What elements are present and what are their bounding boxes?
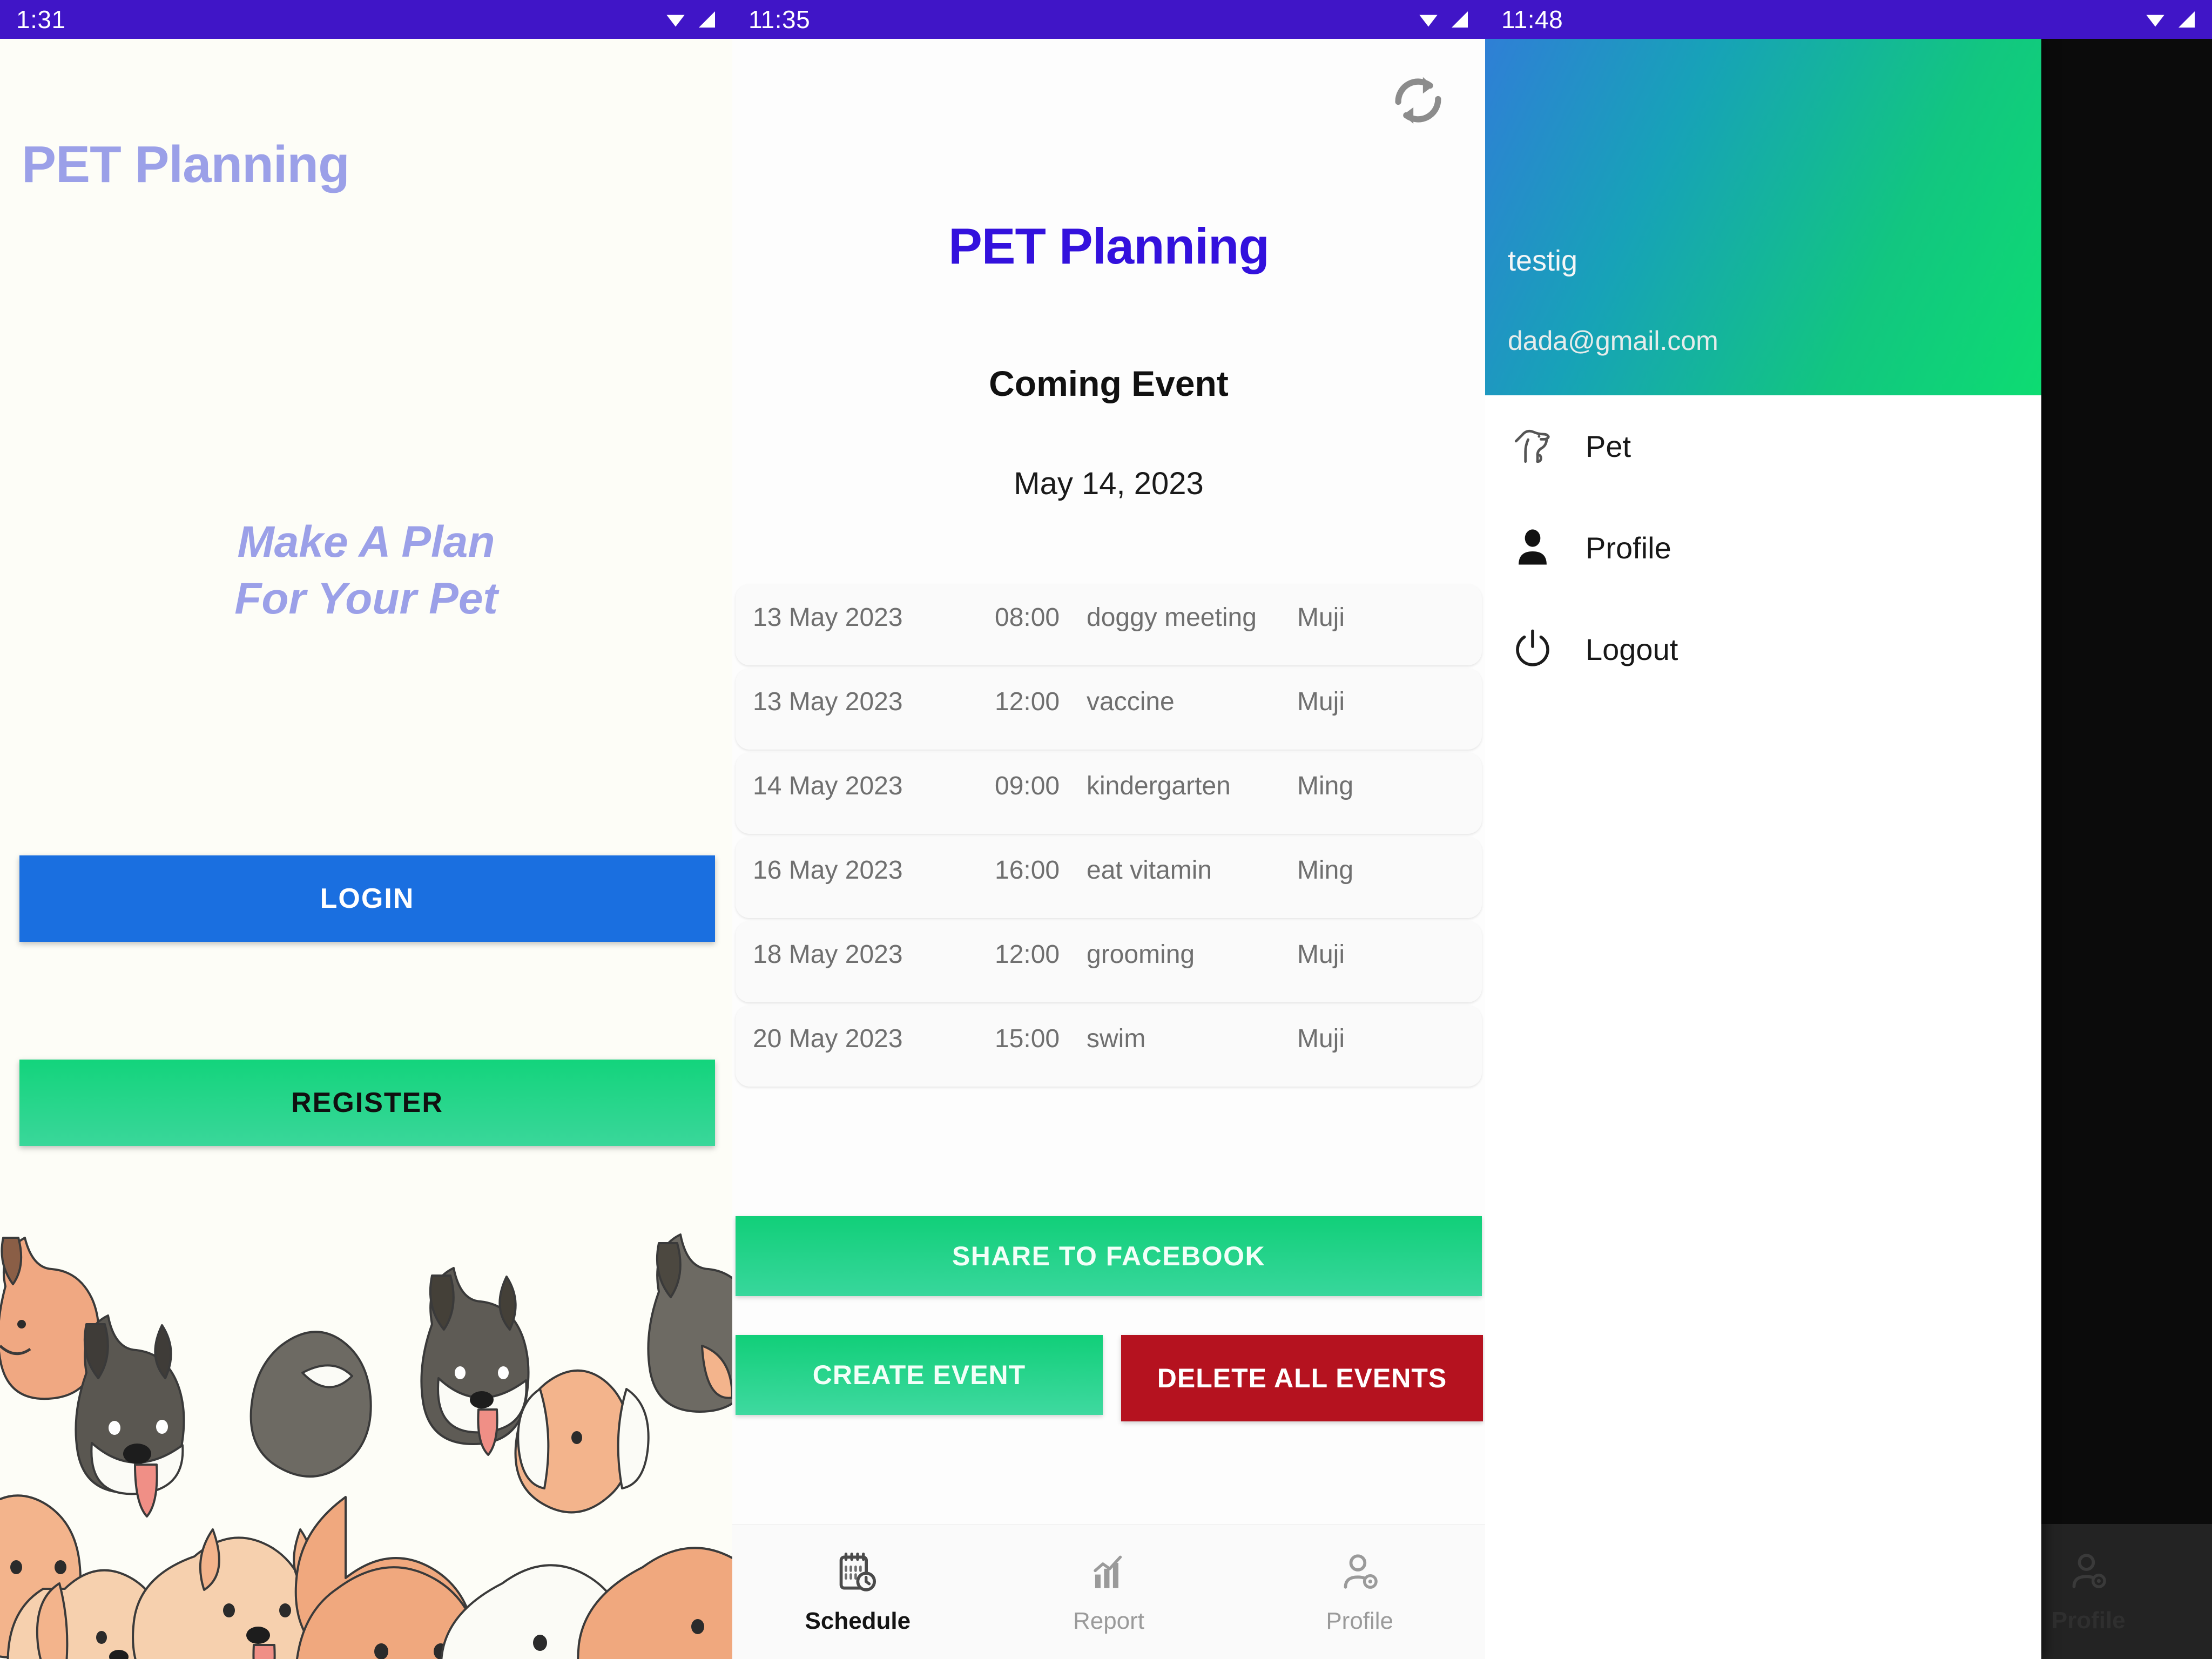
- page-title: PET Planning: [948, 218, 1270, 274]
- tagline-line-2: For Your Pet: [234, 574, 498, 623]
- schedule-screen-panel: 11:35 PET Planning Coming Event May 14, …: [732, 0, 1485, 1659]
- profile-gear-icon: [2072, 1554, 2106, 1588]
- refresh-button[interactable]: [1382, 65, 1454, 136]
- event-list: 13 May 2023 08:00 doggy meeting Muji 13 May …: [732, 584, 1485, 1090]
- event-title: vaccine: [1087, 687, 1175, 716]
- status-bar-schedule: 11:35: [732, 0, 1485, 39]
- profile-gear-icon: [1344, 1554, 1378, 1589]
- calendar-clock-icon: [840, 1552, 876, 1591]
- section-title: Coming Event: [989, 363, 1229, 403]
- event-time: 08:00: [995, 603, 1060, 632]
- event-time: 12:00: [995, 940, 1060, 969]
- dogs-illustration: [0, 1211, 732, 1659]
- drawer-screen-panel: 11:48 Profile testig dada@gmail.com Pet …: [1485, 0, 2212, 1659]
- wifi-icon: [666, 15, 685, 27]
- drawer-item-profile[interactable]: Profile: [1485, 497, 2041, 598]
- event-pet-name: Muji: [1297, 603, 1345, 632]
- event-date: 18 May 2023: [753, 940, 903, 969]
- nav-label-schedule: Schedule: [805, 1607, 911, 1634]
- status-bar-clock: 11:35: [748, 5, 811, 33]
- dimmed-nav-label-profile: Profile: [2051, 1607, 2126, 1634]
- tagline-line-1: Make A Plan: [237, 517, 495, 567]
- drawer-header: testig dada@gmail.com: [1485, 39, 2041, 395]
- event-pet-name: Muji: [1297, 1024, 1345, 1053]
- event-row[interactable]: 13 May 2023 08:00 doggy meeting Muji: [736, 584, 1482, 665]
- event-row[interactable]: 14 May 2023 09:00 kindergarten Ming: [736, 753, 1482, 834]
- event-title: grooming: [1087, 940, 1195, 969]
- event-row[interactable]: 20 May 2023 15:00 swim Muji: [736, 1006, 1482, 1087]
- splash-screen-panel: 1:31 PET Planning Make A Plan For Your P…: [0, 0, 732, 1659]
- drawer-label-profile: Profile: [1586, 530, 1671, 565]
- bottom-navigation-bar: Schedule Report Profile: [732, 1524, 1485, 1659]
- signal-icon: [699, 11, 715, 28]
- splash-app-title: PET Planning: [22, 136, 350, 193]
- event-title: swim: [1087, 1024, 1146, 1053]
- event-title: eat vitamin: [1087, 856, 1212, 885]
- drawer-username: testig: [1508, 245, 1578, 277]
- drawer-body: Profile testig dada@gmail.com Pet Profil…: [1485, 39, 2212, 1659]
- drawer-email: dada@gmail.com: [1508, 326, 1718, 356]
- splash-body: PET Planning Make A Plan For Your Pet LO…: [0, 39, 732, 1659]
- event-date: 13 May 2023: [753, 603, 903, 632]
- drawer-item-logout[interactable]: Logout: [1485, 598, 2041, 700]
- status-bar-clock: 1:31: [16, 5, 66, 33]
- event-title: kindergarten: [1087, 772, 1231, 800]
- status-bar-splash: 1:31: [0, 0, 732, 39]
- refresh-icon: [1395, 77, 1441, 124]
- splash-tagline: Make A Plan For Your Pet: [0, 514, 732, 628]
- event-row[interactable]: 18 May 2023 12:00 grooming Muji: [736, 921, 1482, 1002]
- signal-icon: [2179, 11, 2195, 28]
- nav-label-report: Report: [1073, 1607, 1145, 1634]
- nav-label-profile: Profile: [1326, 1607, 1394, 1634]
- power-icon: [1509, 625, 1556, 673]
- event-time: 09:00: [995, 772, 1060, 800]
- drawer-item-pet[interactable]: Pet: [1485, 395, 2041, 497]
- bar-chart-icon: [1094, 1555, 1122, 1588]
- event-time: 16:00: [995, 856, 1060, 885]
- navigation-drawer: testig dada@gmail.com Pet Profile Logout: [1485, 39, 2041, 1659]
- drawer-label-pet: Pet: [1586, 429, 1631, 463]
- today-date-label: May 14, 2023: [1014, 466, 1204, 501]
- create-event-button[interactable]: CREATE EVENT: [736, 1335, 1103, 1415]
- status-bar-icons: [1416, 9, 1471, 30]
- event-pet-name: Ming: [1297, 856, 1354, 885]
- event-date: 16 May 2023: [753, 856, 903, 885]
- nav-item-profile[interactable]: Profile: [1234, 1549, 1485, 1635]
- event-row[interactable]: 16 May 2023 16:00 eat vitamin Ming: [736, 837, 1482, 918]
- register-button[interactable]: REGISTER: [19, 1060, 715, 1146]
- share-to-facebook-button[interactable]: SHARE TO FACEBOOK: [736, 1216, 1482, 1296]
- signal-icon: [1452, 11, 1468, 28]
- event-date: 20 May 2023: [753, 1024, 903, 1053]
- event-pet-name: Muji: [1297, 940, 1345, 969]
- event-row[interactable]: 13 May 2023 12:00 vaccine Muji: [736, 669, 1482, 750]
- status-bar-icons: [663, 9, 718, 30]
- login-button[interactable]: LOGIN: [19, 855, 715, 942]
- delete-all-events-button[interactable]: DELETE ALL EVENTS: [1121, 1335, 1483, 1421]
- event-time: 15:00: [995, 1024, 1060, 1053]
- event-time: 12:00: [995, 687, 1060, 716]
- event-pet-name: Ming: [1297, 772, 1354, 800]
- event-title: doggy meeting: [1087, 603, 1257, 632]
- event-date: 13 May 2023: [753, 687, 903, 716]
- dog-icon: [1509, 422, 1556, 470]
- event-pet-name: Muji: [1297, 687, 1345, 716]
- status-bar-icons: [2143, 9, 2198, 30]
- wifi-icon: [1419, 15, 1438, 27]
- wifi-icon: [2146, 15, 2164, 27]
- nav-item-schedule[interactable]: Schedule: [732, 1549, 983, 1635]
- schedule-body: PET Planning Coming Event May 14, 2023 1…: [732, 39, 1485, 1659]
- person-icon: [1509, 524, 1556, 571]
- status-bar-drawer: 11:48: [1485, 0, 2212, 39]
- drawer-label-logout: Logout: [1586, 632, 1678, 666]
- event-date: 14 May 2023: [753, 772, 903, 800]
- status-bar-clock: 11:48: [1501, 5, 1563, 33]
- nav-item-report[interactable]: Report: [983, 1549, 1235, 1635]
